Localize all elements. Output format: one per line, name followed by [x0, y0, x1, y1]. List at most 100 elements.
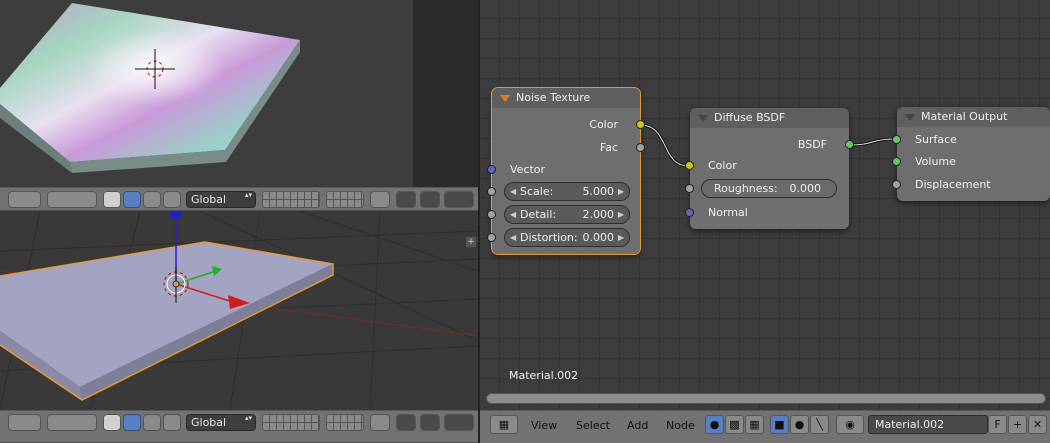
- field-value: 5.000: [582, 185, 615, 198]
- plus-icon[interactable]: +: [466, 237, 476, 247]
- render-preview-icon[interactable]: [396, 414, 416, 431]
- manipulator-toggle[interactable]: [103, 191, 121, 208]
- color-input-socket[interactable]: [685, 161, 694, 170]
- active-material-label: Material.002: [509, 369, 579, 382]
- output-fac-label: Fac: [599, 141, 618, 154]
- render-preview-icon[interactable]: [396, 191, 416, 208]
- distortion-input-socket[interactable]: [487, 233, 496, 242]
- scale-field[interactable]: ◀ Scale: 5.000 ▶: [504, 182, 630, 201]
- displacement-input-socket[interactable]: [892, 180, 901, 189]
- collapse-triangle-icon[interactable]: [500, 95, 510, 102]
- vector-input-socket[interactable]: [487, 165, 496, 174]
- color-output-socket[interactable]: [636, 120, 645, 129]
- bsdf-output-socket[interactable]: [845, 140, 854, 149]
- pivot-point-button[interactable]: [47, 191, 97, 208]
- layers-grid-2[interactable]: [326, 191, 364, 208]
- scale-input-socket[interactable]: [487, 187, 496, 196]
- layers-grid-2[interactable]: [326, 414, 364, 431]
- increment-arrow-icon: ▶: [617, 233, 624, 242]
- input-normal-label: Normal: [708, 206, 748, 219]
- collapse-triangle-icon[interactable]: [698, 115, 708, 122]
- manipulator-toggle[interactable]: [103, 414, 121, 431]
- proportional-edit-icon[interactable]: [420, 414, 440, 431]
- volume-input-socket[interactable]: [892, 157, 901, 166]
- layers-grid-1[interactable]: [262, 414, 320, 431]
- render-viewport[interactable]: [0, 0, 478, 187]
- detail-field[interactable]: ◀ Detail: 2.000 ▶: [504, 205, 630, 224]
- distortion-field[interactable]: ◀ Distortion: 0.000 ▶: [504, 228, 630, 247]
- normal-input-socket[interactable]: [685, 208, 694, 217]
- rotate-manipulator-icon[interactable]: [143, 191, 161, 208]
- output-color-label: Color: [589, 118, 618, 131]
- unlink-material-icon[interactable]: ✕: [1028, 415, 1047, 434]
- material-name-field[interactable]: Material.002: [868, 415, 988, 434]
- add-material-icon[interactable]: +: [1008, 415, 1027, 434]
- orientation-select[interactable]: Global: [186, 191, 256, 208]
- increment-arrow-icon: ▶: [617, 187, 624, 196]
- rotate-manipulator-icon[interactable]: [143, 414, 161, 431]
- horizontal-scrollbar[interactable]: [486, 393, 1046, 404]
- texture-nodes-icon[interactable]: ▦: [745, 415, 764, 434]
- field-value: 2.000: [582, 208, 615, 221]
- menu-select[interactable]: Select: [576, 419, 610, 432]
- increment-arrow-icon: ▶: [617, 210, 624, 219]
- shader-nodes-icon[interactable]: ●: [705, 415, 724, 434]
- material-output-node[interactable]: Material Output Surface Volume Displacem…: [892, 107, 1050, 201]
- pivot-point-button[interactable]: [47, 414, 97, 431]
- viewport-shading-button[interactable]: [8, 414, 41, 431]
- viewport-header-top: Global: [0, 187, 478, 211]
- node-title: Noise Texture: [516, 91, 591, 104]
- menu-view[interactable]: View: [531, 419, 557, 432]
- surface-input-socket[interactable]: [892, 135, 901, 144]
- scale-manipulator-icon[interactable]: [163, 191, 181, 208]
- layers-grid-1[interactable]: [262, 191, 320, 208]
- snap-icon[interactable]: [444, 414, 474, 431]
- field-label: Distortion:: [520, 231, 578, 244]
- world-shader-icon[interactable]: ●: [790, 415, 809, 434]
- solid-plane-illustration: [0, 211, 478, 410]
- lock-layers-icon[interactable]: [370, 414, 390, 431]
- noise-texture-node[interactable]: Noise Texture Color Fac Vector ◀ Scale: …: [487, 87, 645, 255]
- input-surface-label: Surface: [915, 133, 957, 146]
- input-volume-label: Volume: [915, 155, 956, 168]
- node-title: Material Output: [921, 110, 1008, 123]
- noise-texture-header[interactable]: Noise Texture: [492, 88, 640, 108]
- collapse-triangle-icon[interactable]: [905, 114, 915, 121]
- field-label: Detail:: [520, 208, 557, 221]
- node-editor[interactable]: Noise Texture Color Fac Vector ◀ Scale: …: [480, 0, 1050, 410]
- viewport-shading-button[interactable]: [8, 191, 41, 208]
- material-name: Material.002: [875, 418, 945, 431]
- node-title: Diffuse BSDF: [714, 111, 786, 124]
- input-color-label: Color: [708, 159, 737, 172]
- solid-viewport[interactable]: +: [0, 211, 478, 410]
- output-bsdf-label: BSDF: [797, 138, 827, 151]
- diffuse-bsdf-header[interactable]: Diffuse BSDF: [690, 108, 849, 128]
- diffuse-bsdf-node[interactable]: Diffuse BSDF BSDF Color Roughness: 0.000…: [685, 108, 854, 229]
- lock-layers-icon[interactable]: [370, 191, 390, 208]
- object-shader-icon[interactable]: ■: [770, 415, 789, 434]
- fac-output-socket[interactable]: [636, 143, 645, 152]
- snap-icon[interactable]: [444, 191, 474, 208]
- translate-manipulator-icon[interactable]: [123, 191, 141, 208]
- roughness-field[interactable]: Roughness: 0.000: [701, 179, 837, 198]
- detail-input-socket[interactable]: [487, 210, 496, 219]
- material-browse-icon[interactable]: ◉: [836, 415, 864, 434]
- editor-type-icon[interactable]: ▦: [490, 415, 518, 434]
- menu-add[interactable]: Add: [627, 419, 648, 432]
- orientation-select[interactable]: Global: [186, 414, 256, 431]
- proportional-edit-icon[interactable]: [420, 191, 440, 208]
- compositing-nodes-icon[interactable]: ▩: [725, 415, 744, 434]
- translate-manipulator-icon[interactable]: [123, 414, 141, 431]
- fake-user-button[interactable]: F: [988, 415, 1007, 434]
- material-output-header[interactable]: Material Output: [897, 107, 1050, 127]
- decrement-arrow-icon: ◀: [510, 233, 517, 242]
- field-value: 0.000: [789, 182, 822, 195]
- fake-user-label: F: [994, 418, 1001, 431]
- decrement-arrow-icon: ◀: [510, 210, 517, 219]
- menu-node[interactable]: Node: [666, 419, 695, 432]
- orientation-label: Global: [191, 416, 227, 429]
- line-style-icon[interactable]: ╲: [810, 415, 829, 434]
- node-editor-header: ▦ View Select Add Node ● ▩ ▦ ■ ● ╲ ◉ Mat…: [480, 410, 1050, 443]
- scale-manipulator-icon[interactable]: [163, 414, 181, 431]
- roughness-input-socket[interactable]: [685, 184, 694, 193]
